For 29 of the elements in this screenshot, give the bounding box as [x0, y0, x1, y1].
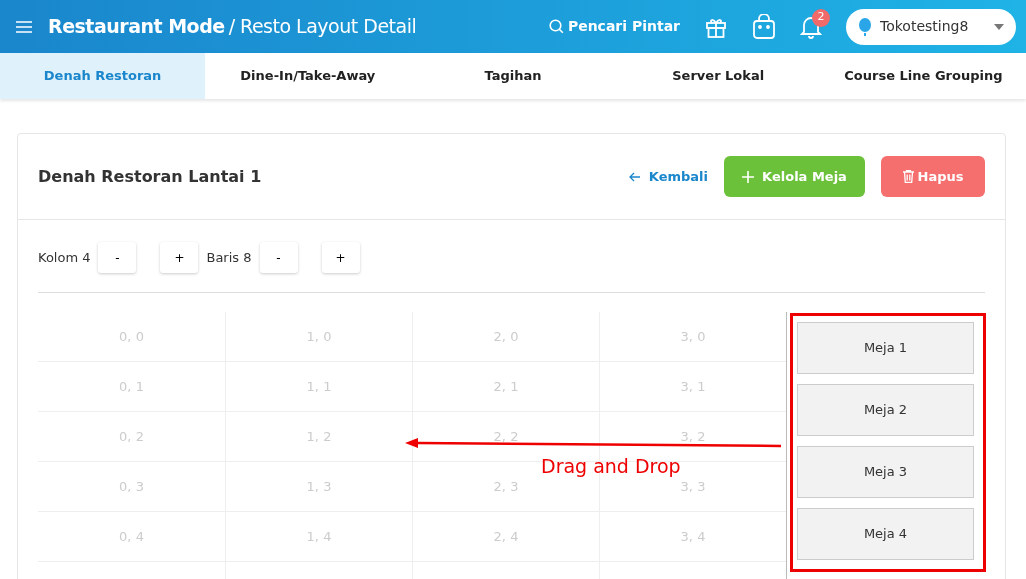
card-title: Denah Restoran Lantai 1 — [38, 165, 263, 188]
tab[interactable]: Course Line Grouping — [820, 53, 1026, 99]
table-tile[interactable]: Meja 1 — [797, 322, 974, 374]
app-title: Restaurant Mode — [48, 14, 225, 40]
increase-button[interactable]: + — [160, 242, 199, 273]
tab[interactable]: Server Lokal — [615, 53, 821, 99]
tab[interactable]: Dine-In/Take-Away — [205, 53, 411, 99]
dimension-label: Baris 8 — [206, 248, 252, 267]
decrease-button[interactable]: - — [259, 242, 298, 273]
back-link[interactable]: Kembali — [628, 166, 708, 187]
caret-icon — [994, 23, 1004, 30]
arrow-left-icon — [628, 171, 641, 182]
page-title: / Resto Layout Detail — [228, 14, 417, 40]
decrease-button[interactable]: - — [98, 242, 137, 273]
menu-icon[interactable] — [16, 20, 32, 33]
table-tile[interactable]: Meja 2 — [797, 384, 974, 436]
table-tile[interactable]: Meja 3 — [797, 446, 974, 498]
notification-count: 2 — [812, 8, 830, 27]
trash-icon — [902, 170, 914, 183]
balloon-icon — [858, 17, 872, 36]
shopping-bag-icon[interactable] — [752, 13, 776, 40]
table-tile[interactable]: Meja 4 — [797, 508, 974, 560]
plus-icon — [742, 170, 755, 183]
search-icon — [548, 19, 564, 34]
tab[interactable]: Tagihan — [410, 53, 616, 99]
bell-icon[interactable] — [800, 14, 822, 39]
dimension-label: Kolom 4 — [38, 248, 91, 267]
increase-button[interactable]: + — [321, 242, 360, 273]
store-selector[interactable]: Tokotesting8 — [846, 8, 1016, 45]
